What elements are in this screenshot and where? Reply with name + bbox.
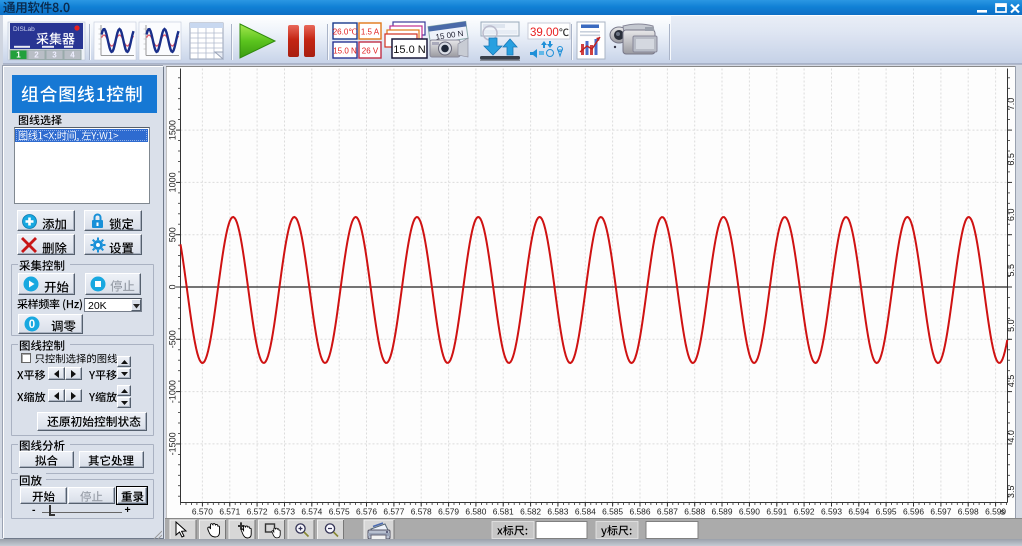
- svg-text:6.5: 6.5: [1006, 153, 1015, 166]
- svg-text:2: 2: [34, 51, 39, 60]
- svg-text:6.583: 6.583: [547, 506, 568, 516]
- svg-text:6.586: 6.586: [630, 506, 651, 516]
- svg-text:1.5 A: 1.5 A: [361, 28, 380, 37]
- svg-text:6.581: 6.581: [493, 506, 514, 516]
- svg-text:6.591: 6.591: [766, 506, 787, 516]
- svg-text:1000: 1000: [167, 172, 177, 192]
- svg-text:6.580: 6.580: [465, 506, 486, 516]
- svg-text:3: 3: [52, 51, 57, 60]
- svg-text:0: 0: [167, 284, 177, 289]
- svg-text:6.578: 6.578: [411, 506, 432, 516]
- svg-text:6.572: 6.572: [247, 506, 268, 516]
- svg-text:6.0: 6.0: [1006, 209, 1015, 222]
- svg-text:6.596: 6.596: [903, 506, 924, 516]
- svg-text:6.598: 6.598: [958, 506, 979, 516]
- svg-text:1500: 1500: [167, 120, 177, 140]
- svg-text:4.5: 4.5: [1006, 375, 1015, 388]
- svg-text:DISLab: DISLab: [13, 26, 35, 33]
- svg-text:6.574: 6.574: [301, 506, 322, 516]
- svg-text:6.573: 6.573: [274, 506, 295, 516]
- svg-text:s: s: [1001, 506, 1005, 516]
- svg-text:1: 1: [16, 51, 21, 60]
- svg-text:4.0: 4.0: [1006, 430, 1015, 443]
- svg-text:7.0: 7.0: [1006, 98, 1015, 111]
- svg-text:6.594: 6.594: [848, 506, 869, 516]
- svg-text:4: 4: [70, 51, 75, 60]
- svg-text:6.584: 6.584: [575, 506, 596, 516]
- svg-text:5.0: 5.0: [1006, 319, 1015, 332]
- svg-text:6.595: 6.595: [876, 506, 897, 516]
- svg-text:6.571: 6.571: [219, 506, 240, 516]
- svg-text:26 V: 26 V: [362, 47, 379, 56]
- svg-text:6.587: 6.587: [657, 506, 678, 516]
- svg-text:6.577: 6.577: [383, 506, 404, 516]
- svg-text:6.589: 6.589: [712, 506, 733, 516]
- svg-text:6.579: 6.579: [438, 506, 459, 516]
- svg-text:3.5: 3.5: [1006, 486, 1015, 499]
- svg-text:6.582: 6.582: [520, 506, 541, 516]
- svg-text:5.5: 5.5: [1006, 264, 1015, 277]
- svg-text:6.585: 6.585: [602, 506, 623, 516]
- svg-text:6.576: 6.576: [356, 506, 377, 516]
- svg-text:0: 0: [29, 319, 35, 331]
- svg-text:6.590: 6.590: [739, 506, 760, 516]
- svg-text:-1500: -1500: [167, 432, 177, 455]
- svg-text:26.0℃: 26.0℃: [333, 28, 358, 37]
- svg-text:15.0 N: 15.0 N: [393, 44, 425, 56]
- svg-text:-1000: -1000: [167, 380, 177, 403]
- svg-text:39.00: 39.00: [530, 27, 559, 39]
- svg-text:6.588: 6.588: [684, 506, 705, 516]
- svg-text:-500: -500: [167, 330, 177, 348]
- svg-text:500: 500: [167, 227, 177, 242]
- svg-text:6.575: 6.575: [329, 506, 350, 516]
- svg-text:6.592: 6.592: [794, 506, 815, 516]
- svg-text:6.593: 6.593: [821, 506, 842, 516]
- svg-text:6.597: 6.597: [930, 506, 951, 516]
- svg-text:6.570: 6.570: [192, 506, 213, 516]
- svg-text:15.0 N: 15.0 N: [333, 47, 357, 56]
